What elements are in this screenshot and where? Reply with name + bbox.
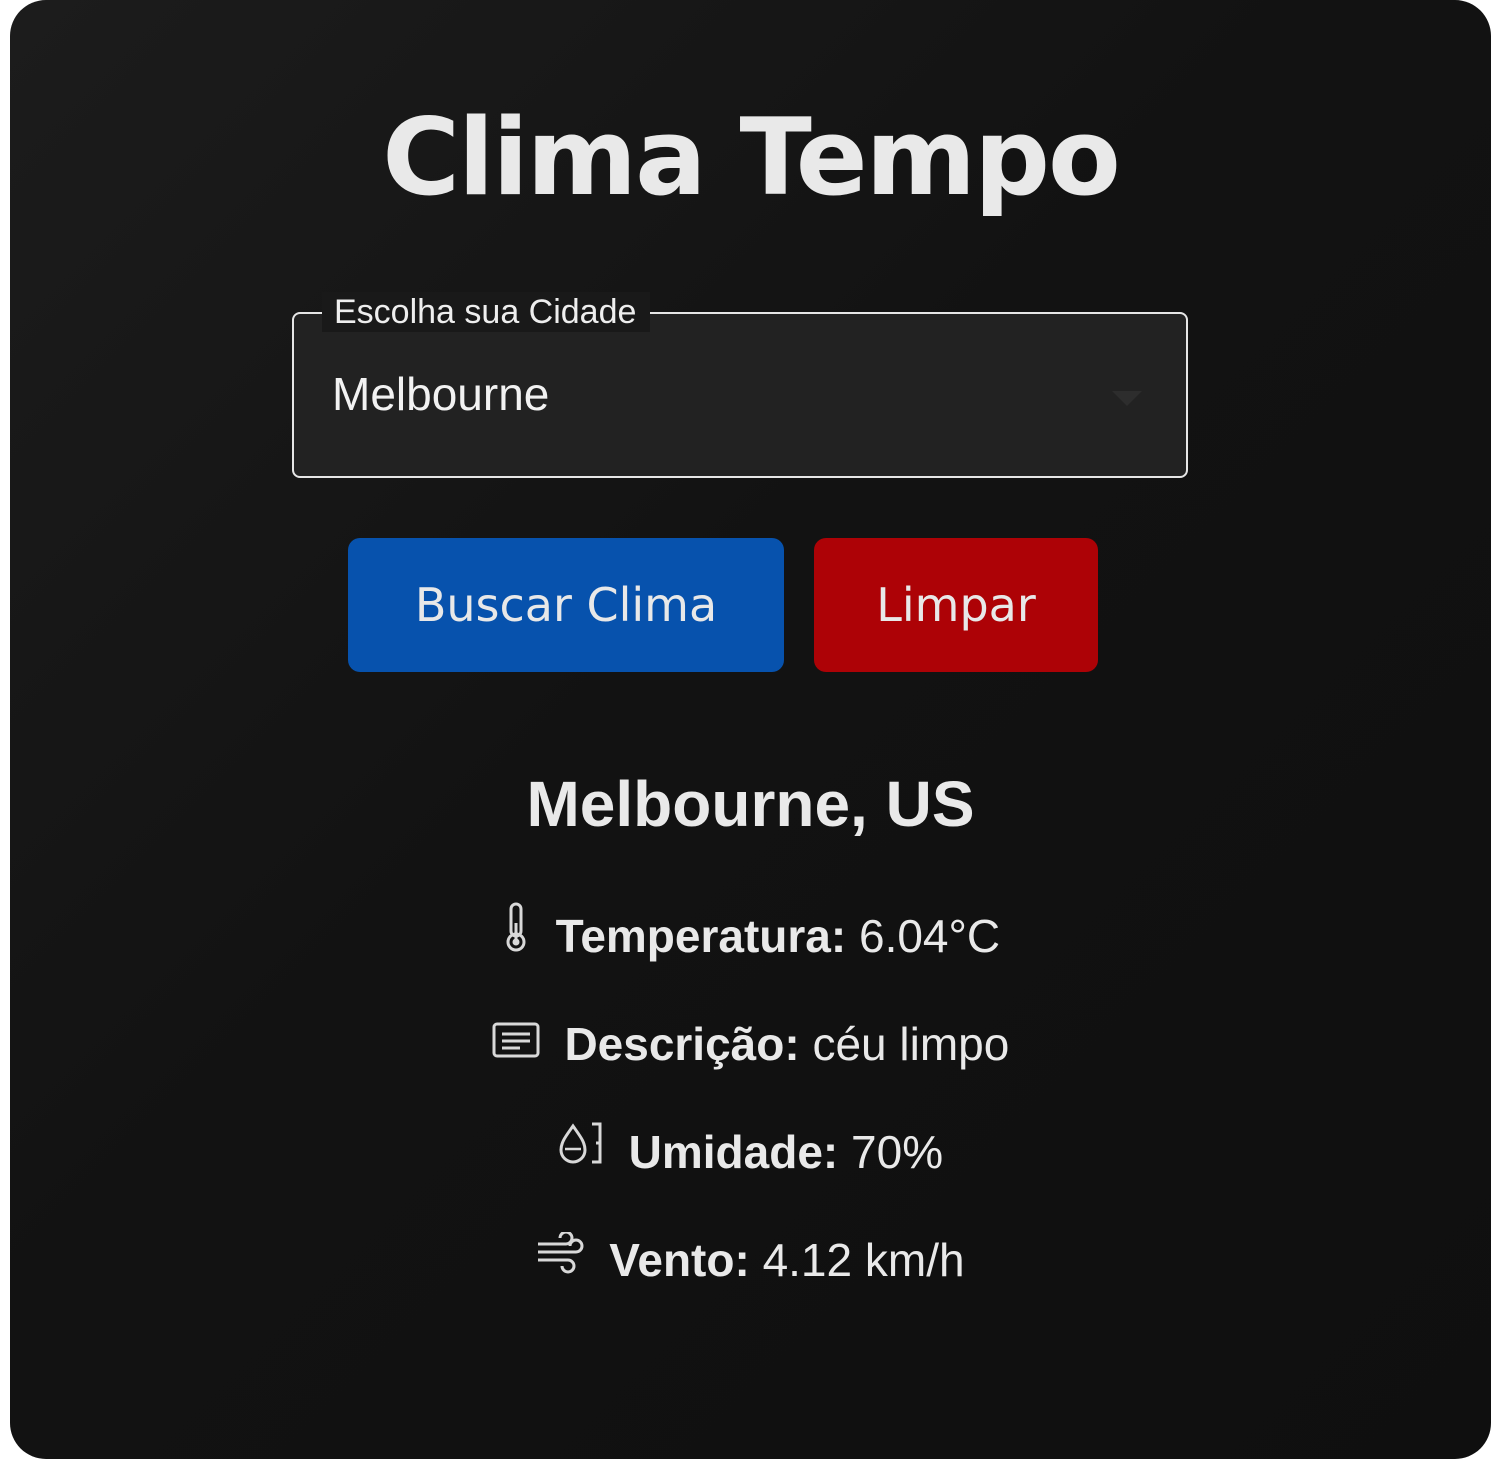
city-select[interactable]: Escolha sua Cidade Melbourne <box>292 292 1188 478</box>
humidity-label: Umidade: <box>628 1126 839 1178</box>
city-select-label: Escolha sua Cidade <box>322 292 651 332</box>
humidity-icon <box>558 1120 604 1180</box>
temperature-value: 6.04°C <box>858 910 1001 962</box>
description-row: Descrição: céu limpo <box>10 1014 1491 1078</box>
description-icon <box>492 1012 540 1072</box>
page-title: Clima Tempo <box>382 96 1121 219</box>
temperature-row: Temperatura: 6.04°C <box>10 902 1491 973</box>
result-city: Melbourne, US <box>526 768 975 840</box>
wind-icon <box>536 1228 584 1288</box>
wind-value: 4.12 km/h <box>762 1234 965 1286</box>
thermometer-icon <box>501 901 531 967</box>
temperature-label: Temperatura: <box>555 910 847 962</box>
wind-row: Vento: 4.12 km/h <box>10 1230 1491 1294</box>
city-select-value: Melbourne <box>332 368 550 420</box>
description-label: Descrição: <box>564 1018 800 1070</box>
description-value: céu limpo <box>812 1018 1010 1070</box>
clear-button[interactable]: Limpar <box>814 538 1098 672</box>
humidity-row: Umidade: 70% <box>10 1122 1491 1186</box>
chevron-down-icon[interactable] <box>1112 391 1142 406</box>
weather-card: Clima Tempo Escolha sua Cidade Melbourne… <box>10 0 1491 1459</box>
humidity-value: 70% <box>851 1126 944 1178</box>
search-weather-button[interactable]: Buscar Clima <box>348 538 784 672</box>
wind-label: Vento: <box>609 1234 750 1286</box>
